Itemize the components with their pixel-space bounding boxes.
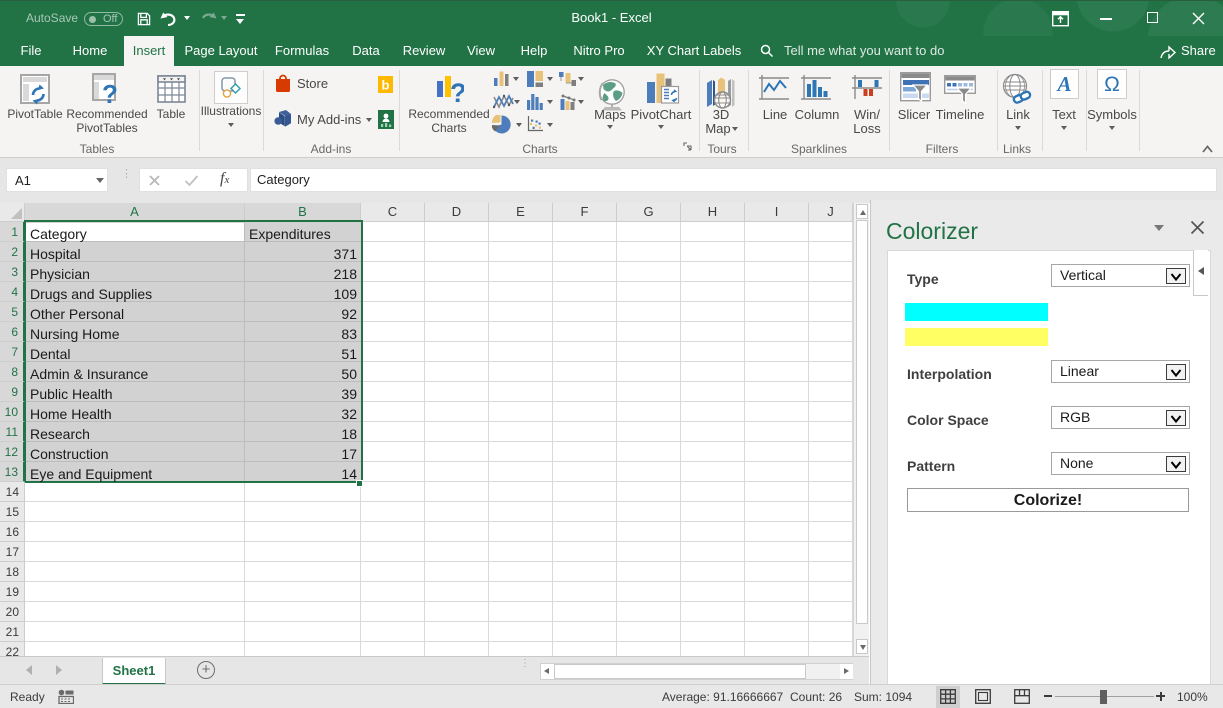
svg-text:b: b	[382, 78, 390, 93]
svg-text:?: ?	[102, 79, 118, 105]
svg-text:?: ?	[450, 78, 464, 105]
